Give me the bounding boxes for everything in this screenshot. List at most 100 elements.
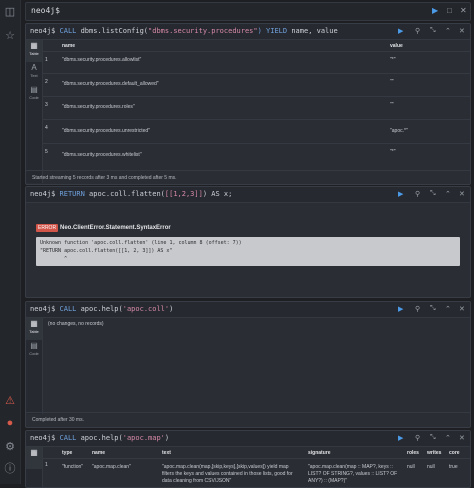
query-function: dbms.listConfig(: [80, 27, 149, 35]
tab-label: Table: [29, 51, 39, 56]
column-header-roles: roles: [407, 450, 419, 456]
close-frame-icon[interactable]: ✕: [459, 27, 465, 35]
table-icon: ▦: [30, 41, 38, 50]
tab-label: Text: [30, 73, 38, 78]
expand-icon[interactable]: ⤡: [430, 27, 436, 35]
code-icon: ▤: [30, 341, 38, 350]
row-number: 3: [45, 102, 48, 108]
tab-table[interactable]: ▦: [26, 447, 42, 469]
pin-icon[interactable]: ⚲: [415, 434, 420, 442]
frame-header: neo4j$ CALL apoc.help('apoc.coll') ▶ ⚲ ⤡…: [26, 302, 470, 318]
pin-icon[interactable]: ⚲: [415, 27, 420, 35]
tab-table[interactable]: ▦ Table: [26, 40, 42, 62]
empty-result-text: (no changes, no records): [48, 321, 104, 327]
divider: [43, 73, 470, 74]
frame-query[interactable]: neo4j$ CALL apoc.help('apoc.map'): [30, 434, 169, 442]
row-number: 1: [45, 57, 48, 63]
error-line: ^: [40, 256, 68, 262]
query-string: 'apoc.map': [122, 434, 165, 442]
about-info-icon[interactable]: ⓘ: [3, 462, 17, 476]
column-header-writes: writes: [427, 450, 442, 456]
frame-query[interactable]: neo4j$ CALL apoc.help('apoc.coll'): [30, 305, 173, 313]
tab-code[interactable]: ▤ Code: [26, 340, 42, 362]
row-number: 4: [45, 125, 48, 131]
clear-icon[interactable]: ✕: [460, 6, 467, 15]
query-function: apoc.coll.flatten(: [89, 190, 165, 198]
table-cell: "dbms.security.procedures.unrestricted": [62, 128, 150, 134]
frame-prompt: neo4j$: [30, 190, 56, 198]
close-frame-icon[interactable]: ✕: [459, 434, 465, 442]
connection-status-icon[interactable]: ●: [3, 416, 17, 430]
database-icon[interactable]: ◫: [3, 5, 17, 19]
column-header-text: text: [162, 450, 171, 456]
divider: [43, 458, 470, 459]
table-icon: ▦: [30, 319, 38, 328]
query-rest: ): [169, 305, 174, 313]
tab-table[interactable]: ▦ Table: [26, 318, 42, 340]
query-keyword: CALL: [59, 27, 77, 35]
error-message-box: Unknown function 'apoc.coll.flatten' (li…: [36, 237, 460, 266]
frame-status: Completed after 30 ms.: [32, 417, 84, 423]
code-icon: ▤: [30, 85, 38, 94]
expand-icon[interactable]: ⤡: [430, 190, 436, 198]
frame-prompt: neo4j$: [30, 305, 56, 313]
frame-query[interactable]: neo4j$ CALL dbms.listConfig("dbms.securi…: [30, 27, 338, 35]
query-keyword: ) YIELD: [257, 27, 288, 35]
table-cell: data cleaning from CSV/JSON": [162, 478, 232, 484]
divider: [43, 96, 470, 97]
query-function: apoc.help(: [80, 305, 123, 313]
query-keyword: CALL: [59, 434, 77, 442]
table-cell: "dbms.security.procedures.roles": [62, 104, 135, 110]
frame-prompt: neo4j$: [30, 434, 56, 442]
rerun-icon[interactable]: ▶: [398, 305, 403, 313]
pin-icon[interactable]: ⚲: [415, 305, 420, 313]
query-string: [[1,2,3]]: [164, 190, 203, 198]
table-cell: "apoc.map.clean(map,[skip,keys],[skip,va…: [162, 464, 289, 470]
table-cell: "dbms.security.procedures.whitelist": [62, 152, 142, 158]
result-frame-error: neo4j$ RETURN apoc.coll.flatten([[1,2,3]…: [25, 186, 471, 298]
rerun-icon[interactable]: ▶: [398, 434, 403, 442]
table-cell: "apoc.map.clean(map :: MAP?, keys ::: [308, 464, 393, 470]
tab-text[interactable]: A Text: [26, 62, 42, 84]
text-icon: A: [31, 63, 37, 72]
close-frame-icon[interactable]: ✕: [459, 305, 465, 313]
row-number: 2: [45, 79, 48, 85]
view-tabs: ▦: [26, 447, 43, 487]
tab-code[interactable]: ▤ Code: [26, 84, 42, 106]
expand-icon[interactable]: ⤡: [430, 305, 436, 313]
collapse-icon[interactable]: ⌃: [445, 305, 451, 313]
collapse-icon[interactable]: ⌃: [445, 434, 451, 442]
query-string: "dbms.security.procedures": [148, 27, 258, 35]
query-rest: name, value: [291, 27, 338, 35]
error-line: "RETURN apoc.coll.flatten([[1, 2, 3]]) A…: [40, 248, 173, 254]
table-cell: "function": [62, 464, 84, 470]
column-header-core: core: [449, 450, 460, 456]
collapse-icon[interactable]: ⌃: [445, 190, 451, 198]
tab-label: Code: [29, 95, 39, 100]
settings-gear-icon[interactable]: ⚙: [3, 440, 17, 454]
close-frame-icon[interactable]: ✕: [459, 190, 465, 198]
query-function: apoc.help(: [80, 434, 123, 442]
view-tabs: ▦ Table ▤ Code: [26, 318, 43, 414]
query-keyword: RETURN: [59, 190, 85, 198]
rerun-icon[interactable]: ▶: [398, 27, 403, 35]
error-line: Unknown function 'apoc.coll.flatten' (li…: [40, 240, 242, 246]
expand-icon[interactable]: ⤡: [430, 434, 436, 442]
run-query-icon[interactable]: ▶: [432, 6, 438, 15]
column-header-type: type: [62, 450, 73, 456]
frame-status: Started streaming 5 records after 3 ms a…: [32, 175, 177, 181]
table-cell: "*": [390, 57, 396, 63]
favorites-star-icon[interactable]: ☆: [3, 29, 17, 43]
query-editor[interactable]: neo4j$ ▶ □ ✕: [25, 2, 471, 21]
sync-error-icon[interactable]: ⚠: [3, 394, 17, 408]
fullscreen-icon[interactable]: □: [447, 6, 452, 15]
query-string: 'apoc.coll': [122, 305, 170, 313]
result-frame-apoc-coll: neo4j$ CALL apoc.help('apoc.coll') ▶ ⚲ ⤡…: [25, 301, 471, 428]
frame-query[interactable]: neo4j$ RETURN apoc.coll.flatten([[1,2,3]…: [30, 190, 232, 198]
frame-header: neo4j$ CALL dbms.listConfig("dbms.securi…: [26, 24, 470, 40]
collapse-icon[interactable]: ⌃: [445, 27, 451, 35]
pin-icon[interactable]: ⚲: [415, 190, 420, 198]
rerun-icon[interactable]: ▶: [398, 190, 403, 198]
table-cell: "dbms.security.procedures.allowlist": [62, 57, 142, 63]
result-frame-apoc-map: neo4j$ CALL apoc.help('apoc.map') ▶ ⚲ ⤡ …: [25, 430, 471, 488]
